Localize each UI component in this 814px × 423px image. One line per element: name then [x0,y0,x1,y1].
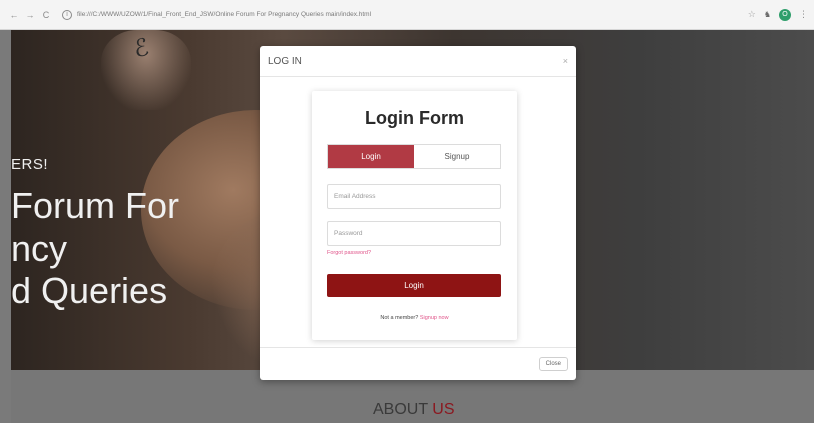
tab-login[interactable]: Login [328,145,414,168]
auth-tabs: Login Signup [327,144,501,169]
forgot-password-link[interactable]: Forgot password? [327,250,371,256]
address-bar[interactable]: i file:///C:/WWW/UZOW/1/Final_Front_End_… [62,6,748,24]
hero-heading-line-3: d Queries [11,270,168,311]
modal-footer: Close [260,347,576,380]
back-arrow-icon[interactable]: ← [8,9,20,21]
url-text[interactable]: file:///C:/WWW/UZOW/1/Final_Front_End_JS… [77,11,477,18]
email-field[interactable]: Email Address [327,184,501,209]
forward-arrow-icon[interactable]: → [24,9,36,21]
signup-now-link[interactable]: Signup now [420,315,449,321]
reload-icon[interactable]: C [40,9,52,21]
tab-signup[interactable]: Signup [414,145,500,168]
modal-header: LOG IN × [260,46,576,77]
browser-actions: ☆ ♞ O ⋮ [748,8,808,21]
close-button[interactable]: Close [538,357,568,371]
extension-icon[interactable]: ♞ [764,10,771,19]
info-icon[interactable]: i [62,9,72,20]
login-form-card: Login Form Login Signup Email Address Pa… [312,91,517,340]
about-us-word: US [432,401,455,418]
hero-heading-line-1: Forum For [11,185,180,226]
login-button[interactable]: Login [327,274,501,297]
form-title: Login Form [365,108,464,128]
login-modal: LOG IN × Login Form Login Signup Email A… [260,46,576,380]
close-icon[interactable]: × [563,56,568,66]
about-heading: ABOUT US [373,401,455,419]
hero-heading-line-2: ncy [11,228,68,269]
signup-prompt: Not a member? Signup now [312,315,517,321]
hero-tagline: ERS! [11,156,49,173]
kebab-menu-icon[interactable]: ⋮ [799,9,808,20]
modal-title: LOG IN [268,55,302,67]
about-word: ABOUT [373,401,433,418]
profile-avatar[interactable]: O [779,8,791,21]
password-field[interactable]: Password [327,221,501,246]
browser-toolbar: ← → C i file:///C:/WWW/UZOW/1/Final_Fron… [0,0,814,30]
member-text: Not a member? [380,315,420,321]
star-icon[interactable]: ☆ [748,9,756,20]
